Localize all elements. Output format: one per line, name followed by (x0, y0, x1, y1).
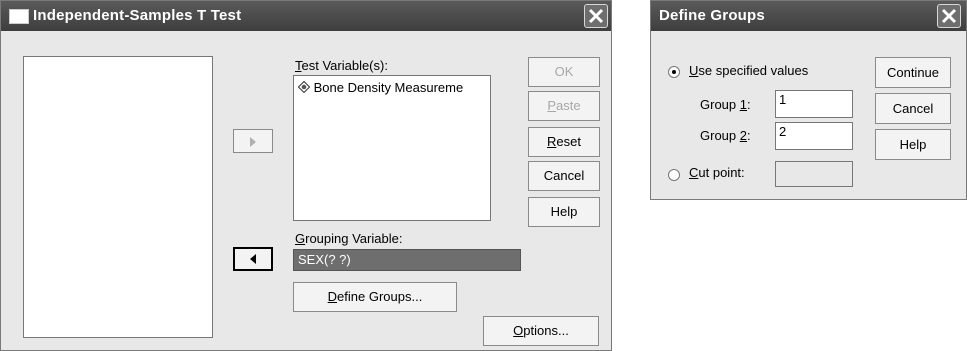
cancel-button[interactable]: Cancel (528, 161, 600, 191)
grouping-variable-label: Grouping Variable: (295, 231, 403, 246)
test-variables-label: Test Variable(s): (295, 58, 388, 73)
window-icon (9, 9, 29, 24)
dialog-title: Independent-Samples T Test (33, 7, 242, 24)
reset-button[interactable]: Reset (528, 127, 600, 157)
title-bar: Define Groups (651, 1, 966, 31)
group1-label: Group 1: (700, 97, 751, 112)
continue-button[interactable]: Continue (875, 57, 951, 88)
arrow-right-icon (250, 137, 256, 147)
dialog-title: Define Groups (659, 7, 765, 24)
help-button[interactable]: Help (528, 197, 600, 227)
test-variable-name: Bone Density Measureme (313, 80, 464, 95)
source-variable-list[interactable] (23, 56, 213, 338)
options-button[interactable]: Options... (483, 316, 599, 346)
paste-button[interactable]: Paste (528, 91, 600, 121)
move-to-grouping-variable-button[interactable] (233, 247, 273, 271)
test-variables-list[interactable]: Bone Density Measureme (293, 75, 491, 221)
define-groups-button[interactable]: Define Groups... (293, 282, 457, 312)
close-icon[interactable] (584, 4, 608, 28)
grouping-variable-field[interactable]: SEX(? ?) (293, 249, 521, 271)
scale-variable-icon (297, 80, 311, 94)
list-item[interactable]: Bone Density Measureme (297, 80, 464, 95)
move-to-test-variables-button[interactable] (233, 129, 273, 153)
cut-point-label: Cut point: (689, 165, 745, 180)
grouping-variable-value: SEX(? ?) (298, 252, 351, 267)
cancel-button[interactable]: Cancel (875, 93, 951, 124)
ok-button[interactable]: OK (528, 57, 600, 87)
arrow-left-icon (250, 254, 256, 264)
group2-input[interactable]: 2 (775, 122, 853, 150)
help-button[interactable]: Help (875, 129, 951, 160)
cut-point-input[interactable] (775, 161, 853, 187)
close-icon[interactable] (937, 4, 961, 28)
independent-samples-t-test-dialog: Independent-Samples T Test Test Variable… (0, 0, 612, 351)
cut-point-radio[interactable] (668, 169, 680, 181)
group2-label: Group 2: (700, 128, 751, 143)
use-specified-values-radio[interactable] (668, 66, 680, 78)
group1-input[interactable]: 1 (775, 90, 853, 118)
define-groups-dialog: Define Groups Use specified values Group… (650, 0, 967, 200)
title-bar: Independent-Samples T Test (1, 1, 611, 31)
use-specified-values-label: Use specified values (689, 63, 809, 78)
